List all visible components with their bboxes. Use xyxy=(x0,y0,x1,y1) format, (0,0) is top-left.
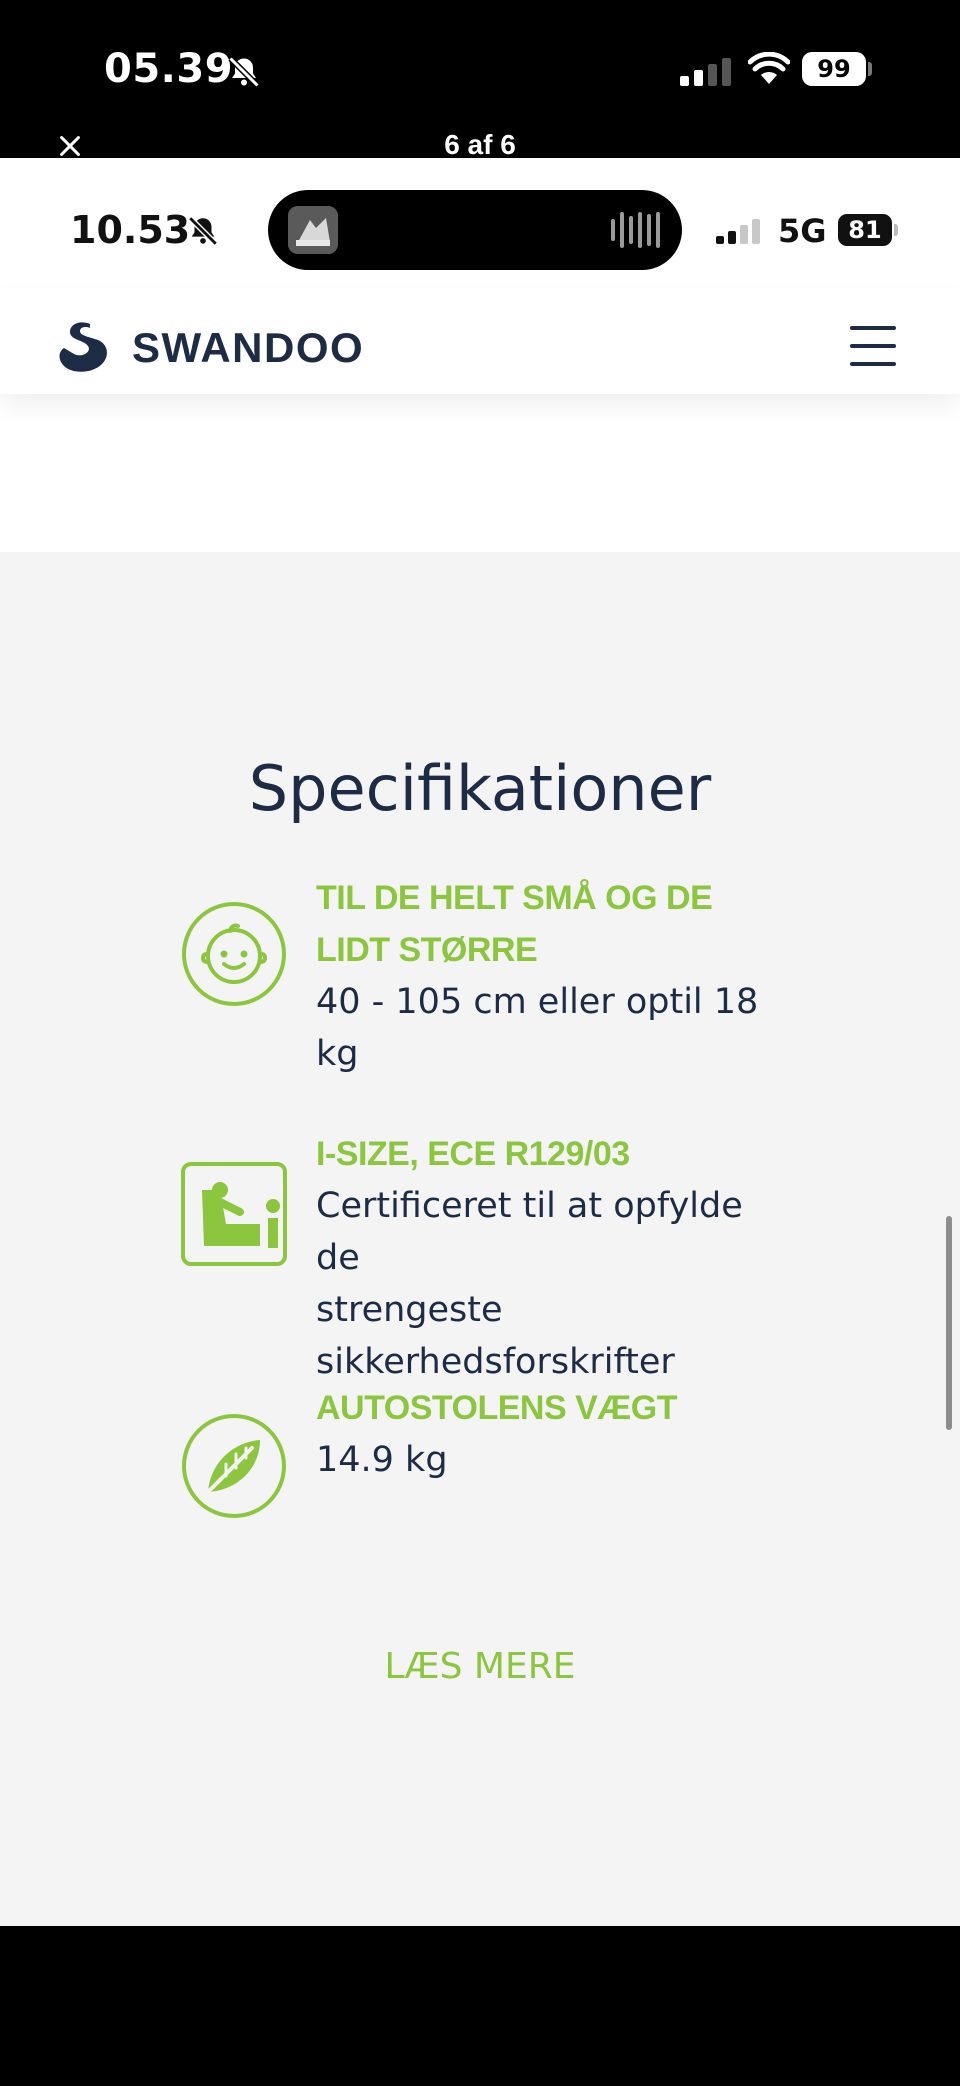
spec-value: 14.9 kg xyxy=(316,1440,448,1480)
spec-label: I-SIZE, ECE R129/03 xyxy=(316,1135,630,1173)
cellular-signal-icon xyxy=(716,218,760,244)
site-header: SWANDOO xyxy=(0,288,960,552)
battery-tip xyxy=(894,224,898,236)
dynamic-island xyxy=(268,190,682,270)
audio-waveform-icon xyxy=(611,212,660,248)
swandoo-logo[interactable]: SWANDOO xyxy=(54,318,364,378)
spec-item-weight: AUTOSTOLENS VÆGT 14.9 kg xyxy=(180,1382,780,1542)
hamburger-menu-icon[interactable] xyxy=(850,326,896,366)
spec-text: TIL DE HELT SMÅ OG DE LIDT STØRRE 40 - 1… xyxy=(316,872,776,1080)
bell-muted-icon xyxy=(228,56,260,88)
spec-value: strengeste xyxy=(316,1290,503,1330)
swan-logo-icon xyxy=(59,322,107,372)
viewer-status-bar: 05.39 99 6 af 6 xyxy=(0,0,960,158)
media-thumbnail xyxy=(288,206,338,254)
spec-value: kg xyxy=(316,1034,359,1074)
phone-clock: 10.53 xyxy=(70,208,191,252)
logo-text: SWANDOO xyxy=(132,324,365,371)
specifications-section: Specifikationer TIL DE HELT SMÅ OG DE LI… xyxy=(0,552,960,1926)
car-seat-certificate-icon xyxy=(181,1162,287,1266)
read-more-link[interactable]: LÆS MERE xyxy=(0,1646,960,1687)
header-bar: SWANDOO xyxy=(0,288,960,394)
bell-muted-icon xyxy=(188,216,218,246)
viewer-clock: 05.39 xyxy=(104,46,234,92)
spec-value: Certificeret til at opfylde de xyxy=(316,1186,743,1278)
battery-tip xyxy=(868,62,872,76)
phone-status-bar: 10.53 5G 81 xyxy=(0,158,960,288)
spec-value: 40 - 105 cm eller optil 18 xyxy=(316,982,759,1022)
spec-item-size: TIL DE HELT SMÅ OG DE LIDT STØRRE 40 - 1… xyxy=(180,872,780,1082)
spec-text: AUTOSTOLENS VÆGT 14.9 kg xyxy=(316,1382,776,1486)
wifi-icon xyxy=(748,52,790,84)
battery-indicator: 81 xyxy=(838,214,892,246)
spec-item-certification: I-SIZE, ECE R129/03 Certificeret til at … xyxy=(180,1128,780,1382)
screenshot-image: 10.53 5G 81 SWANDOO Specifikationer TIL … xyxy=(0,158,960,1926)
spec-text: I-SIZE, ECE R129/03 Certificeret til at … xyxy=(316,1128,776,1388)
viewer-page-counter: 6 af 6 xyxy=(444,129,516,158)
baby-face-icon xyxy=(182,902,286,1006)
scrollbar[interactable] xyxy=(946,1216,952,1430)
feather-weight-icon xyxy=(182,1414,286,1518)
battery-indicator: 99 xyxy=(802,52,866,86)
network-type: 5G xyxy=(778,212,827,250)
spec-label: LIDT STØRRE xyxy=(316,931,538,969)
cellular-signal-icon xyxy=(680,56,731,86)
spec-label: TIL DE HELT SMÅ OG DE xyxy=(316,879,713,917)
spec-value: sikkerhedsforskrifter xyxy=(316,1342,675,1382)
section-title: Specifikationer xyxy=(248,752,712,825)
spec-label: AUTOSTOLENS VÆGT xyxy=(316,1389,678,1427)
